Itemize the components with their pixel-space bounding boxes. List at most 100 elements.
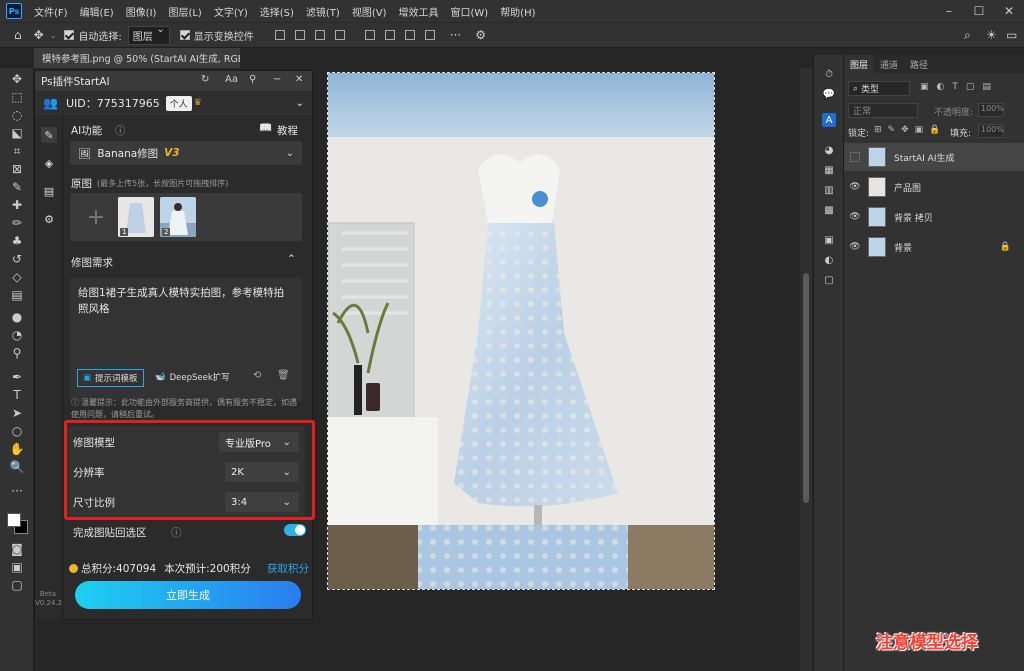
- eraser-tool-icon[interactable]: ◇: [7, 268, 27, 286]
- fill-input[interactable]: 100%: [978, 124, 1004, 138]
- eye-icon[interactable]: 👁: [848, 212, 862, 222]
- auto-select-checkbox[interactable]: [64, 30, 75, 40]
- auto-select-target-select[interactable]: 图层: [127, 24, 170, 45]
- tool-preset-chevron-icon[interactable]: ⌄: [50, 31, 57, 40]
- earn-points-link[interactable]: 获取积分: [267, 561, 309, 576]
- distribute-vertical-icon[interactable]: [424, 30, 435, 40]
- libraries-panel-icon[interactable]: ▣: [822, 233, 836, 247]
- maximize-icon[interactable]: ☐: [964, 0, 994, 22]
- pen-tool-icon[interactable]: ✒: [7, 368, 27, 386]
- crop-tool-icon[interactable]: ⌗: [7, 142, 27, 160]
- chevron-up-icon[interactable]: ⌃: [287, 253, 296, 265]
- add-image-button[interactable]: +: [78, 197, 114, 237]
- clipboard-icon[interactable]: ▤: [41, 183, 57, 199]
- workspace-icon[interactable]: ▭: [1006, 28, 1017, 42]
- align-hcenter-icon[interactable]: [294, 30, 305, 40]
- artboard-icon[interactable]: ▢: [7, 576, 27, 594]
- properties-panel-icon[interactable]: ▢: [822, 273, 836, 287]
- eye-icon[interactable]: 👁: [848, 182, 862, 192]
- tab-layers[interactable]: 图层: [844, 55, 875, 73]
- patterns-panel-icon[interactable]: ▩: [822, 203, 836, 217]
- font-size-button[interactable]: Aa: [225, 74, 238, 85]
- search-icon[interactable]: ⌕: [964, 28, 971, 43]
- blur-tool-icon[interactable]: ●: [7, 308, 27, 326]
- move-tool-icon[interactable]: ✥: [34, 28, 44, 42]
- tab-channels[interactable]: 通道: [874, 55, 904, 73]
- info-icon[interactable]: ⓘ: [171, 525, 182, 540]
- menu-plugins[interactable]: 增效工具: [392, 4, 444, 19]
- zoom-lens-tool-icon[interactable]: ⚲: [7, 344, 27, 362]
- source-thumbnail-2[interactable]: 2: [160, 197, 196, 237]
- distribute-icon[interactable]: [334, 30, 345, 40]
- layer-filter-select[interactable]: ⌕ 类型: [848, 81, 910, 96]
- dodge-tool-icon[interactable]: ◔: [7, 326, 27, 344]
- layers-icon[interactable]: ◈: [41, 155, 57, 171]
- document-tab[interactable]: 模特参考图.png @ 50% (StartAI AI生成, RGB/8#) *: [34, 48, 240, 68]
- gradient-tool-icon[interactable]: ▤: [7, 286, 27, 304]
- healing-brush-icon[interactable]: ✚: [7, 196, 27, 214]
- refresh-icon[interactable]: ↻: [201, 74, 209, 85]
- align-right-icon[interactable]: [314, 30, 325, 40]
- source-thumbnail-1[interactable]: 1: [118, 197, 154, 237]
- menu-help[interactable]: 帮助(H): [494, 4, 541, 19]
- layer-row[interactable]: 👁 产品图: [844, 173, 1024, 201]
- close-icon[interactable]: ✕: [295, 74, 303, 85]
- frame-tool-icon[interactable]: ⊠: [7, 160, 27, 178]
- tab-paths[interactable]: 路径: [904, 55, 934, 73]
- foreground-color-swatch[interactable]: [7, 513, 21, 527]
- menu-filter[interactable]: 滤镜(T): [300, 4, 346, 19]
- ellipse-tool-icon[interactable]: ○: [7, 422, 27, 440]
- history-panel-icon[interactable]: ⏱: [822, 67, 836, 81]
- history-brush-icon[interactable]: ↺: [7, 250, 27, 268]
- lasso-tool-icon[interactable]: ◌: [7, 106, 27, 124]
- discover-icon[interactable]: ☀: [986, 28, 997, 42]
- object-select-tool-icon[interactable]: ⬕: [7, 124, 27, 142]
- color-swatches[interactable]: [7, 513, 29, 535]
- menu-edit[interactable]: 编辑(E): [74, 4, 120, 19]
- pin-icon[interactable]: ⚲: [249, 74, 256, 85]
- align-top-icon[interactable]: [364, 30, 375, 40]
- adjustments-panel-icon[interactable]: ◐: [822, 253, 836, 267]
- brush-tool-icon[interactable]: ✏: [7, 214, 27, 232]
- ai-feature-select[interactable]: 🖼 Banana修图 V3 ⌄: [70, 141, 302, 165]
- menu-layer[interactable]: 图层(L): [162, 4, 207, 19]
- menu-image[interactable]: 图像(I): [120, 4, 163, 19]
- info-icon[interactable]: ⓘ: [115, 123, 126, 138]
- quick-mask-icon[interactable]: ◙: [7, 540, 27, 558]
- startai-panel-icon[interactable]: A: [822, 113, 836, 127]
- lock-icons[interactable]: ⊞✎✥▣🔒: [874, 125, 946, 135]
- hand-tool-icon[interactable]: ✋: [7, 440, 27, 458]
- eyedropper-tool-icon[interactable]: ✎: [7, 178, 27, 196]
- minus-icon[interactable]: −: [273, 74, 281, 85]
- minimize-icon[interactable]: –: [934, 0, 964, 22]
- book-icon[interactable]: 📖: [259, 121, 272, 134]
- opacity-input[interactable]: 100%: [978, 103, 1004, 117]
- marquee-tool-icon[interactable]: ⬚: [7, 88, 27, 106]
- gradients-panel-icon[interactable]: ▥: [822, 183, 836, 197]
- visibility-toggle-empty[interactable]: [850, 152, 860, 162]
- comments-panel-icon[interactable]: 💬: [822, 87, 836, 101]
- align-left-icon[interactable]: [274, 30, 285, 40]
- menu-view[interactable]: 视图(V): [346, 4, 393, 19]
- scrollbar-thumb[interactable]: [803, 273, 809, 503]
- settings-icon[interactable]: ⚙: [41, 211, 57, 227]
- trash-icon[interactable]: 🗑: [277, 370, 290, 381]
- tutorial-link[interactable]: 教程: [277, 123, 298, 138]
- type-tool-icon[interactable]: T: [7, 386, 27, 404]
- gear-icon[interactable]: ⚙: [475, 28, 486, 42]
- zoom-tool-icon[interactable]: 🔍: [7, 458, 27, 476]
- more-options-icon[interactable]: ···: [450, 28, 461, 42]
- path-select-tool-icon[interactable]: ➤: [7, 404, 27, 422]
- canvas-image[interactable]: [327, 72, 715, 590]
- chevron-down-icon[interactable]: ⌄: [296, 98, 304, 109]
- align-bottom-icon[interactable]: [404, 30, 415, 40]
- menu-select[interactable]: 选择(S): [254, 4, 300, 19]
- layer-row[interactable]: StartAI AI生成: [844, 143, 1024, 171]
- canvas-scrollbar[interactable]: [800, 68, 812, 671]
- menu-file[interactable]: 文件(F): [28, 4, 74, 19]
- menu-type[interactable]: 文字(Y): [208, 4, 254, 19]
- swatches-panel-icon[interactable]: ▦: [822, 163, 836, 177]
- eye-icon[interactable]: 👁: [848, 242, 862, 252]
- layer-row[interactable]: 👁 背景 拷贝: [844, 203, 1024, 231]
- menu-window[interactable]: 窗口(W): [444, 4, 494, 19]
